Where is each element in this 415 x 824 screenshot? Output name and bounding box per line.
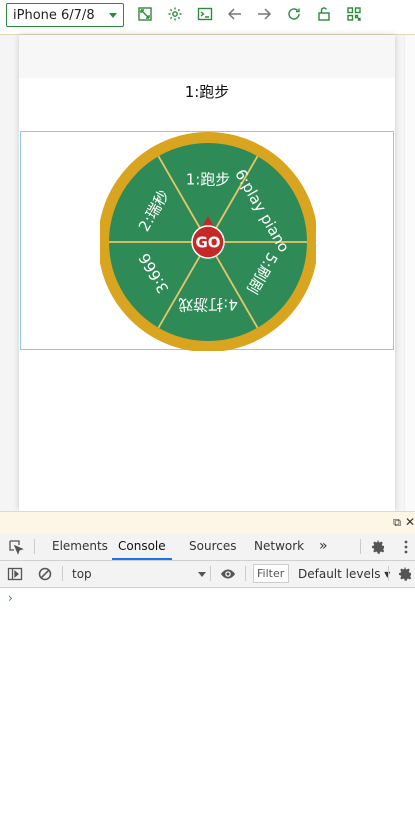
toolbar-separator xyxy=(210,566,211,581)
tab-separator xyxy=(34,539,35,554)
terminal-icon[interactable] xyxy=(197,6,213,22)
undock-icon[interactable]: ⧉ xyxy=(393,516,401,530)
log-levels-select[interactable]: Default levels ▾ xyxy=(298,564,390,584)
qrcode-icon[interactable] xyxy=(346,6,362,22)
prize-wheel[interactable]: 1:跑步 6:play piano5:刷剧4:打游戏3:6662:瑞秒GO xyxy=(100,132,316,351)
wheel-canvas[interactable]: 1:跑步 6:play piano 5:刷剧 4:打游戏 3:666 2:瑞秒 GO xyxy=(20,131,394,351)
tab-separator xyxy=(360,539,361,554)
wheel-segment-label: 4:打游戏 xyxy=(178,296,238,314)
simulator-toolbar: iPhone 6/7/8 xyxy=(0,0,415,35)
back-icon[interactable] xyxy=(227,6,243,22)
gear-icon[interactable] xyxy=(370,539,386,555)
devtools-top-strip: ⧉ ✕ xyxy=(0,511,415,534)
go-button-label[interactable]: GO xyxy=(195,234,220,252)
toolbar-separator xyxy=(62,566,63,581)
eye-icon[interactable] xyxy=(220,566,236,582)
device-select-value: iPhone 6/7/8 xyxy=(13,7,95,23)
phone-screen: 1:跑步 1:跑步 6:play piano 5:刷剧 4:打游戏 3:666 2:瑞秒 G… xyxy=(19,35,395,511)
console-toolbar: top Filter Default levels ▾ xyxy=(0,561,415,588)
tab-network[interactable]: Network xyxy=(248,533,310,560)
tab-console[interactable]: Console xyxy=(112,533,172,560)
chevron-down-icon xyxy=(198,572,206,577)
console-prompt[interactable]: › xyxy=(8,591,13,605)
unlock-icon[interactable] xyxy=(316,6,332,22)
more-tabs-icon[interactable]: » xyxy=(313,533,334,560)
more-options-icon[interactable] xyxy=(398,539,414,555)
chevron-down-icon xyxy=(109,13,117,18)
inspect-element-icon[interactable] xyxy=(8,539,24,555)
clear-console-icon[interactable] xyxy=(37,566,53,582)
tab-sources[interactable]: Sources xyxy=(183,533,242,560)
toolbar-separator xyxy=(388,566,389,581)
devtools-panel: ⧉ ✕ Elements Console Sources Network » t… xyxy=(0,511,415,824)
toolbar-separator xyxy=(245,566,246,581)
simulator-scrollbar[interactable] xyxy=(404,35,415,511)
navigation-bar xyxy=(19,35,395,78)
zoom-fit-icon[interactable] xyxy=(137,6,153,22)
filter-input[interactable]: Filter xyxy=(253,564,289,583)
result-text: 1:跑步 xyxy=(184,83,230,101)
settings-icon[interactable] xyxy=(167,6,183,22)
context-select[interactable]: top xyxy=(66,564,210,584)
refresh-icon[interactable] xyxy=(286,6,302,22)
close-icon[interactable]: ✕ xyxy=(405,515,415,529)
console-settings-icon[interactable] xyxy=(397,566,413,582)
sidebar-toggle-icon[interactable] xyxy=(7,566,23,582)
wheel-segment-label: 1:跑步 xyxy=(186,171,231,189)
devtools-tabs: Elements Console Sources Network » xyxy=(0,533,415,561)
device-select[interactable]: iPhone 6/7/8 xyxy=(6,3,124,27)
forward-icon[interactable] xyxy=(256,6,272,22)
tab-elements[interactable]: Elements xyxy=(46,533,114,560)
context-select-value: top xyxy=(72,567,92,581)
